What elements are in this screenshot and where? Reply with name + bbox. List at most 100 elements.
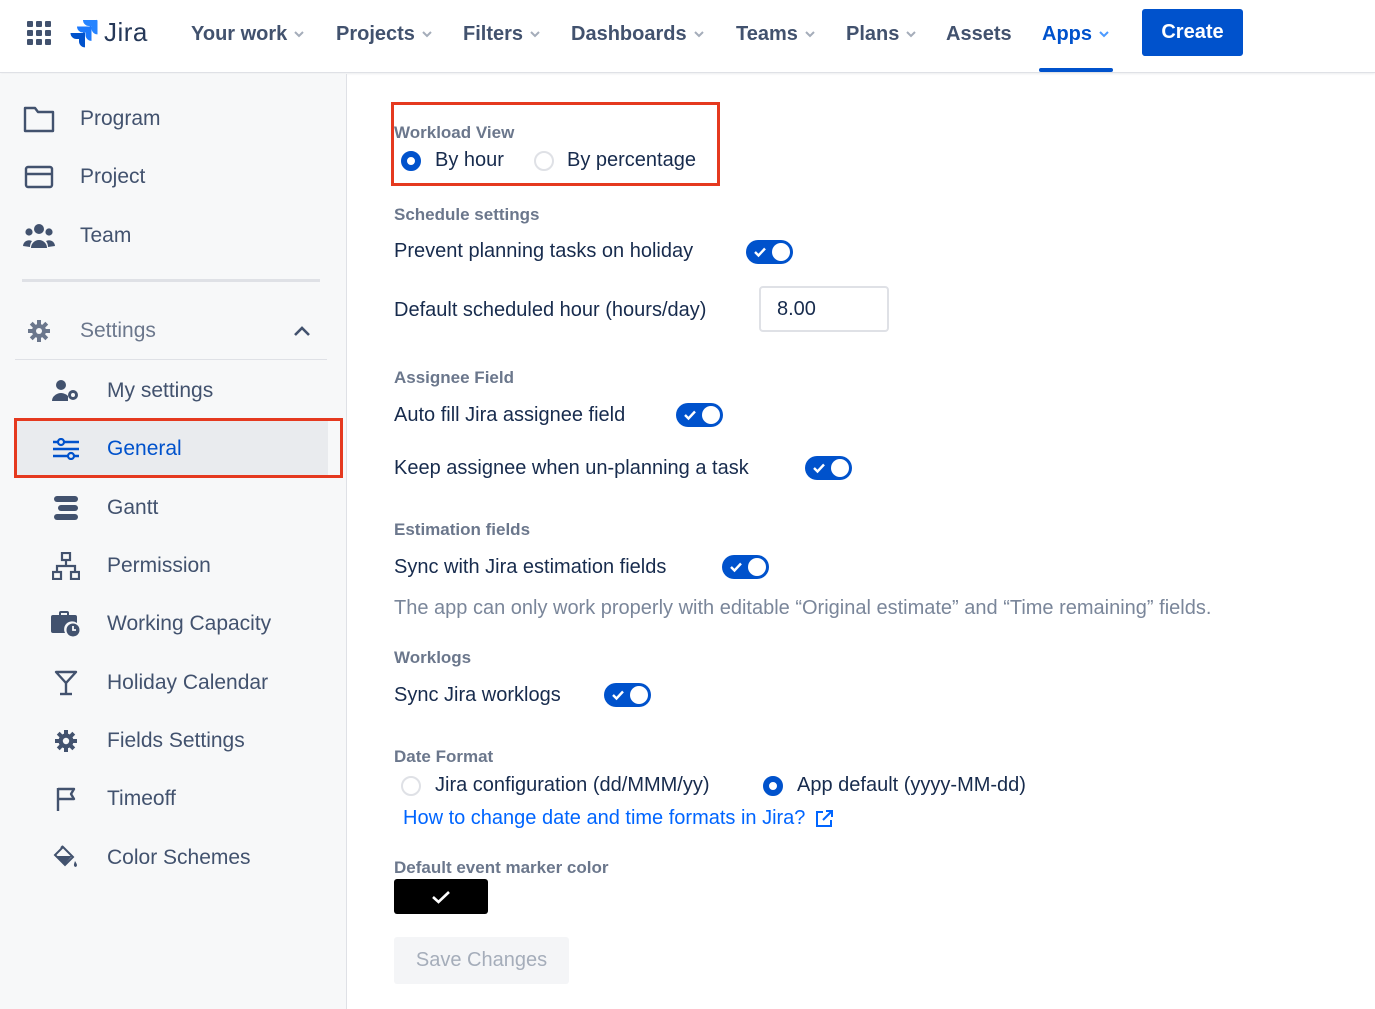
sidebar-item-label: My settings xyxy=(107,379,214,402)
nav-filters-label: Filters xyxy=(463,22,524,45)
nav-projects-label: Projects xyxy=(336,22,415,45)
toggle-knob xyxy=(831,459,849,477)
check-icon xyxy=(730,562,742,573)
create-button[interactable]: Create xyxy=(1142,9,1243,56)
chevron-down-icon xyxy=(805,31,815,38)
sidebar-item-program[interactable]: Program xyxy=(0,94,347,144)
sidebar-item-label: Permission xyxy=(107,554,211,577)
check-icon xyxy=(432,890,450,904)
hierarchy-icon xyxy=(50,550,82,582)
nav-your-work-label: Your work xyxy=(191,22,288,45)
auto-fill-assignee-toggle[interactable] xyxy=(676,403,723,427)
default-hour-input[interactable] xyxy=(759,286,889,332)
chevron-up-icon[interactable] xyxy=(286,315,318,347)
sidebar-item-label: Working Capacity xyxy=(107,612,272,635)
check-icon xyxy=(813,463,825,474)
date-format-help-link-text: How to change date and time formats in J… xyxy=(403,807,806,829)
chevron-down-icon xyxy=(906,31,917,38)
nav-teams[interactable]: Teams xyxy=(736,20,816,48)
schedule-settings-label: Schedule settings xyxy=(394,205,540,224)
sidebar-item-label: Fields Settings xyxy=(107,729,245,752)
jira-logo[interactable]: Jira xyxy=(70,17,148,48)
chevron-down-icon xyxy=(422,31,432,38)
sidebar-settings-header[interactable]: Settings xyxy=(0,306,347,356)
toggle-knob xyxy=(630,686,648,704)
date-format-label: Date Format xyxy=(394,747,494,766)
nav-plans[interactable]: Plans xyxy=(846,20,917,48)
top-navigation: Jira Your work Projects Filters Dashboar… xyxy=(0,0,1375,73)
default-hour-label: Default scheduled hour (hours/day) xyxy=(394,299,707,321)
keep-assignee-toggle[interactable] xyxy=(805,456,852,480)
nav-dashboards[interactable]: Dashboards xyxy=(571,20,705,48)
nav-your-work[interactable]: Your work xyxy=(191,20,305,48)
sidebar-item-label: Team xyxy=(80,224,132,247)
marker-color-label: Default event marker color xyxy=(394,858,609,877)
marker-color-swatch[interactable] xyxy=(394,879,488,914)
nav-apps-label: Apps xyxy=(1042,22,1092,45)
sidebar-item-fields-settings[interactable]: Fields Settings xyxy=(0,716,347,766)
nav-assets-label: Assets xyxy=(946,22,1012,45)
sidebar-item-project[interactable]: Project xyxy=(0,152,347,202)
chevron-down-icon xyxy=(294,31,305,38)
sidebar-item-label: Project xyxy=(80,165,146,188)
nav-apps[interactable]: Apps xyxy=(1042,20,1110,48)
chevron-down-icon xyxy=(1099,31,1109,38)
radio-app-default[interactable] xyxy=(763,776,783,796)
toggle-knob xyxy=(772,243,790,261)
sidebar-item-team[interactable]: Team xyxy=(0,211,347,261)
sync-worklogs-label: Sync Jira worklogs xyxy=(394,684,561,706)
sync-estimation-toggle[interactable] xyxy=(722,555,769,579)
sidebar-settings-label: Settings xyxy=(80,319,156,342)
date-format-help-link[interactable]: How to change date and time formats in J… xyxy=(403,807,834,830)
toggle-knob xyxy=(748,558,766,576)
radio-jira-configuration[interactable] xyxy=(401,776,421,796)
chevron-down-icon xyxy=(530,31,540,38)
sidebar-item-label: Program xyxy=(80,107,161,130)
assignee-field-label: Assignee Field xyxy=(394,368,514,387)
paint-bucket-icon xyxy=(50,842,82,874)
chevron-down-icon xyxy=(693,31,704,38)
check-icon xyxy=(612,690,624,701)
nav-plans-label: Plans xyxy=(846,22,900,45)
workload-highlight-box xyxy=(391,102,720,186)
external-link-icon xyxy=(816,809,834,827)
folder-icon xyxy=(23,103,55,135)
check-icon xyxy=(684,410,696,421)
nav-assets[interactable]: Assets xyxy=(946,20,1012,48)
auto-fill-assignee-label: Auto fill Jira assignee field xyxy=(394,404,626,426)
radio-app-default-label: App default (yyyy-MM-dd) xyxy=(797,774,1026,796)
sidebar-item-permission[interactable]: Permission xyxy=(0,541,347,591)
sidebar-item-timeoff[interactable]: Timeoff xyxy=(0,774,347,824)
nav-dashboards-label: Dashboards xyxy=(571,22,687,45)
estimation-fields-label: Estimation fields xyxy=(394,520,531,539)
gear-icon xyxy=(23,315,55,347)
sidebar-item-my-settings[interactable]: My settings xyxy=(0,366,347,416)
worklogs-label: Worklogs xyxy=(394,648,472,667)
sidebar-item-holiday-calendar[interactable]: Holiday Calendar xyxy=(0,658,347,708)
estimation-helper-text: The app can only work properly with edit… xyxy=(394,597,1212,619)
briefcase-clock-icon xyxy=(50,608,82,640)
sidebar-item-label: Holiday Calendar xyxy=(107,671,269,694)
flag-icon xyxy=(50,783,82,815)
check-icon xyxy=(754,247,766,258)
toggle-knob xyxy=(702,406,720,424)
keep-assignee-label: Keep assignee when un-planning a task xyxy=(394,457,749,479)
cocktail-icon xyxy=(50,667,82,699)
sidebar-item-working-capacity[interactable]: Working Capacity xyxy=(0,599,347,649)
sidebar-item-label: Timeoff xyxy=(107,787,176,810)
user-gear-icon xyxy=(50,375,82,407)
prevent-holiday-toggle[interactable] xyxy=(746,240,793,264)
jira-logo-text: Jira xyxy=(104,17,148,47)
sidebar-item-color-schemes[interactable]: Color Schemes xyxy=(0,833,347,883)
sync-estimation-label: Sync with Jira estimation fields xyxy=(394,556,667,578)
sidebar-item-gantt[interactable]: Gantt xyxy=(0,483,347,533)
active-nav-indicator xyxy=(1039,68,1113,72)
nav-filters[interactable]: Filters xyxy=(463,20,541,48)
save-changes-button[interactable]: Save Changes xyxy=(394,937,569,984)
jira-logo-icon xyxy=(70,19,98,47)
app-switcher-icon[interactable] xyxy=(27,21,51,45)
nav-teams-label: Teams xyxy=(736,22,798,45)
nav-projects[interactable]: Projects xyxy=(336,20,433,48)
sidebar-divider xyxy=(22,279,320,282)
sync-worklogs-toggle[interactable] xyxy=(604,683,651,707)
